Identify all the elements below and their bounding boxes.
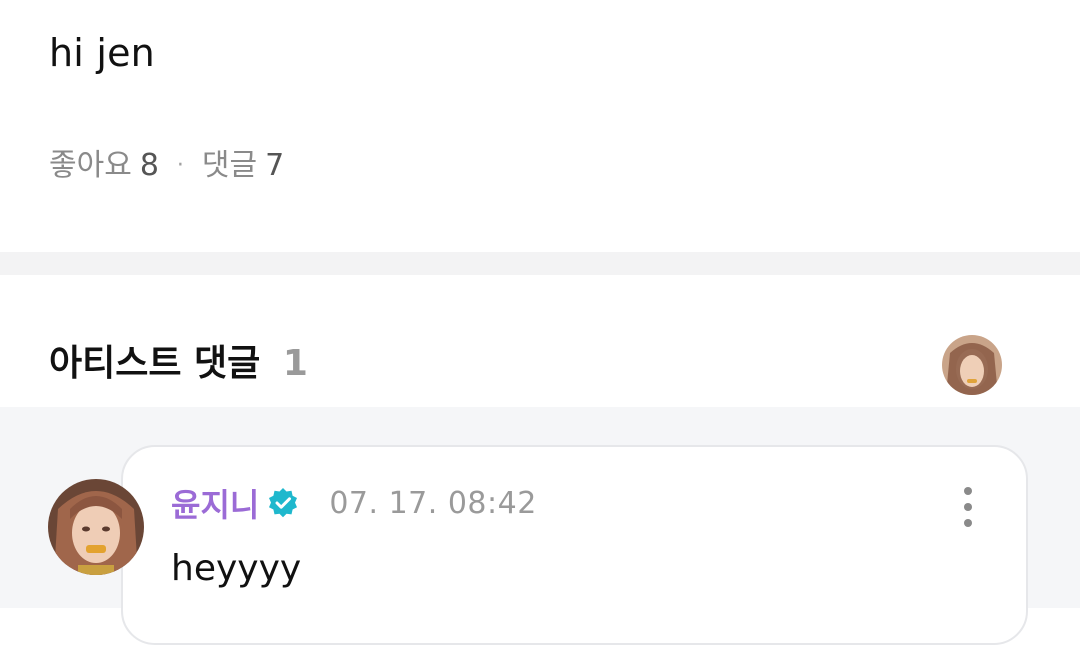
comment-text: heyyyy	[171, 548, 302, 589]
artist-comments-header: 아티스트 댓글 1	[0, 275, 1080, 407]
post-section: hi jen 좋아요 8 · 댓글 7	[0, 0, 1080, 252]
artist-avatar-small[interactable]	[942, 335, 1002, 395]
likes-count[interactable]: 8	[140, 146, 159, 186]
comments-count[interactable]: 7	[265, 146, 284, 186]
section-divider	[0, 252, 1080, 275]
likes-label[interactable]: 좋아요	[49, 146, 132, 186]
comments-label[interactable]: 댓글	[202, 146, 257, 186]
artist-comments-count: 1	[282, 343, 308, 384]
comment-timestamp: 07. 17. 08:42	[329, 485, 537, 521]
stats-separator: ·	[176, 153, 184, 178]
artist-comments-title-label: 아티스트 댓글	[49, 343, 261, 384]
verified-badge-icon	[267, 487, 299, 519]
comment-author-avatar[interactable]	[48, 479, 144, 575]
post-body-text: hi jen	[49, 31, 155, 75]
comment-author[interactable]: 윤지니	[171, 480, 259, 526]
post-stats: 좋아요 8 · 댓글 7	[49, 146, 284, 186]
artist-comments-title: 아티스트 댓글 1	[49, 339, 308, 389]
comment-card[interactable]: 윤지니 07. 17. 08:42 heyyyy	[121, 445, 1028, 645]
comments-area: 윤지니 07. 17. 08:42 heyyyy	[0, 407, 1080, 645]
comment-header: 윤지니 07. 17. 08:42	[171, 481, 537, 525]
more-vertical-icon[interactable]	[958, 487, 978, 527]
